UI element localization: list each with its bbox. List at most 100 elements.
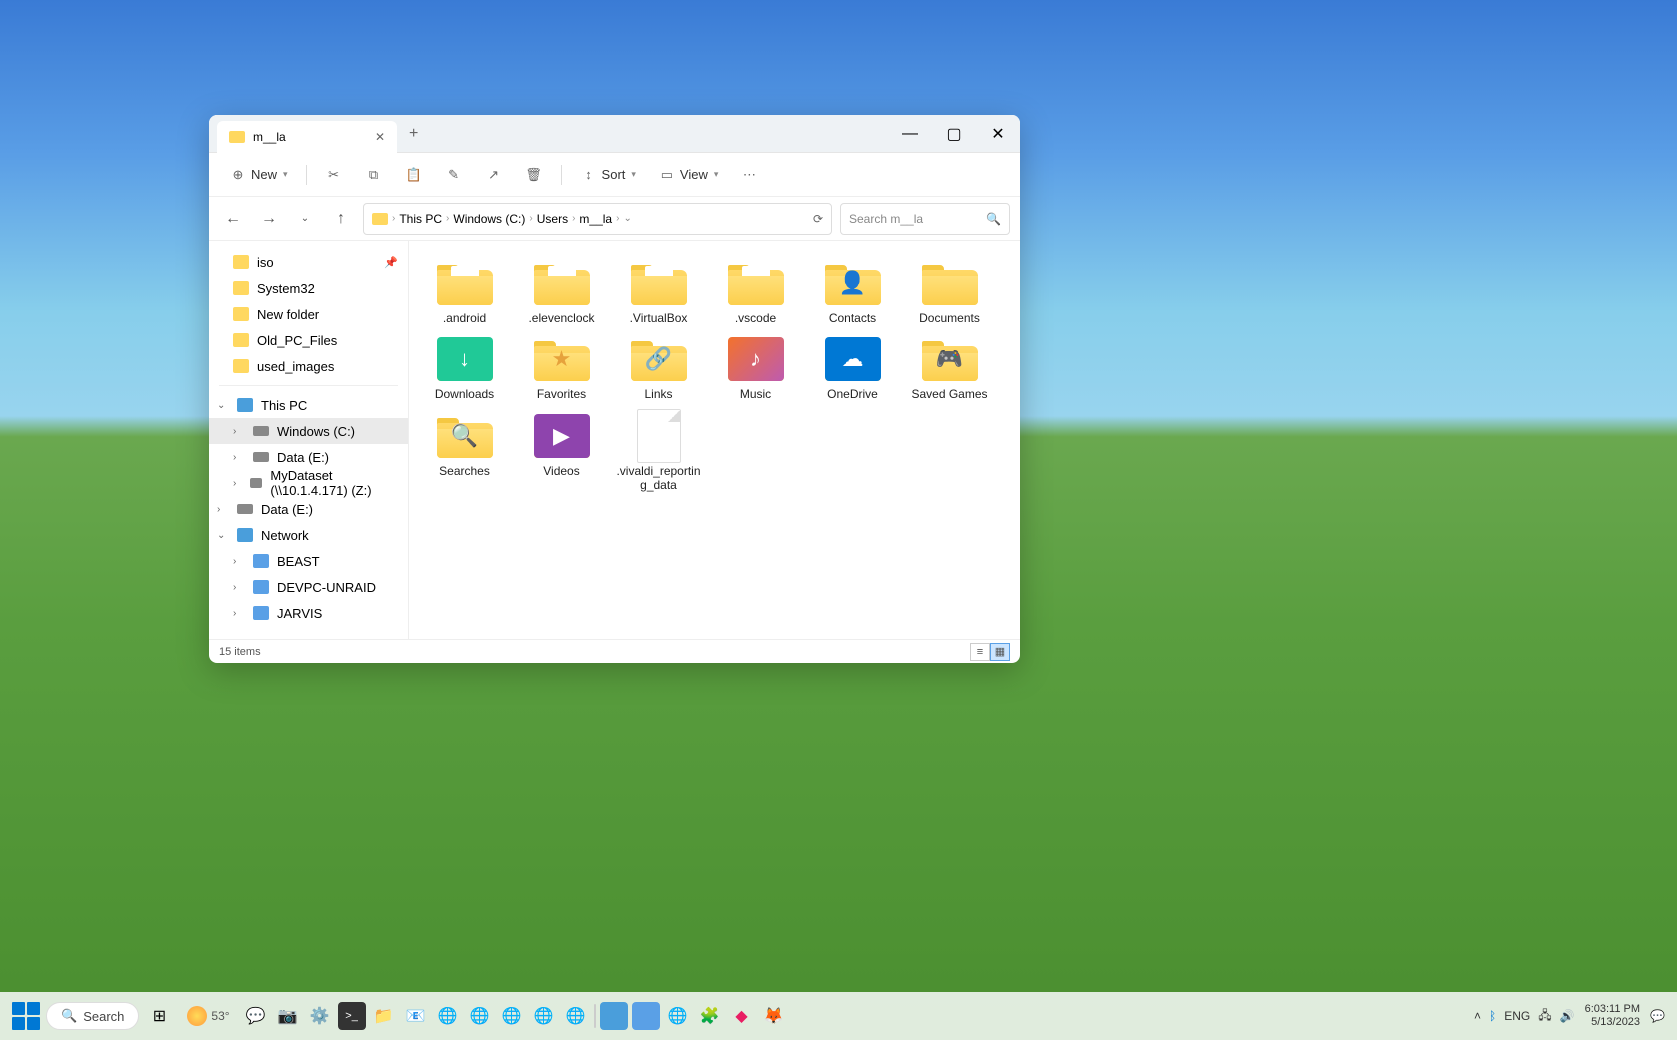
content-area[interactable]: .android.elevenclock.VirtualBox.vscode👤C… (409, 241, 1020, 639)
sort-button[interactable]: ↕ Sort ▾ (572, 160, 644, 190)
file-item[interactable]: ☁OneDrive (805, 333, 900, 405)
breadcrumb-users[interactable]: Users (537, 212, 568, 226)
app-outlook[interactable]: 📧 (402, 1002, 430, 1030)
sidebar-this-pc[interactable]: ⌄This PC (209, 392, 408, 418)
clock[interactable]: 6:03:11 PM 5/13/2023 (1585, 1003, 1640, 1029)
tray-chevron-icon[interactable]: ˄ (1474, 1009, 1481, 1023)
sidebar-drive-c[interactable]: ›Windows (C:) (209, 418, 408, 444)
icons-view-button[interactable]: ▦ (990, 643, 1010, 661)
sidebar-drive-z[interactable]: ›MyDataset (\\10.1.4.171) (Z:) (209, 470, 408, 496)
sidebar-item-newfolder[interactable]: New folder (209, 301, 408, 327)
taskbar-search[interactable]: 🔍 Search (46, 1002, 139, 1030)
file-item[interactable]: ★Favorites (514, 333, 609, 405)
notifications-icon[interactable]: 💬 (1650, 1009, 1665, 1023)
close-button[interactable]: ✕ (976, 115, 1020, 153)
file-item[interactable]: .VirtualBox (611, 257, 706, 329)
delete-button[interactable]: 🗑 (517, 160, 551, 190)
app-terminal[interactable]: >_ (338, 1002, 366, 1030)
chevron-right-icon[interactable]: › (233, 426, 245, 437)
language-indicator[interactable]: ENG (1504, 1009, 1530, 1023)
recent-dropdown[interactable]: ⌄ (291, 205, 319, 233)
app-chat[interactable]: 💬 (242, 1002, 270, 1030)
app-edge-canary[interactable]: 🌐 (498, 1002, 526, 1030)
new-tab-button[interactable]: + (409, 125, 418, 143)
sidebar-data-e[interactable]: ›Data (E:) (209, 496, 408, 522)
breadcrumb-drive[interactable]: Windows (C:) (453, 212, 525, 226)
chevron-right-icon[interactable]: › (217, 504, 229, 515)
chevron-right-icon[interactable]: › (233, 608, 245, 619)
back-button[interactable]: ← (219, 205, 247, 233)
sidebar-computer-devpc[interactable]: ›DEVPC-UNRAID (209, 574, 408, 600)
sidebar-item-usedimages[interactable]: used_images (209, 353, 408, 379)
sidebar-network[interactable]: ⌄Network (209, 522, 408, 548)
rename-button[interactable]: ✎ (437, 160, 471, 190)
maximize-button[interactable]: ▢ (932, 115, 976, 153)
chevron-right-icon[interactable]: › (233, 556, 245, 567)
file-item[interactable]: .android (417, 257, 512, 329)
app-puzzle[interactable]: 🧩 (696, 1002, 724, 1030)
app-blue1[interactable] (600, 1002, 628, 1030)
app-chrome[interactable]: 🌐 (664, 1002, 692, 1030)
file-item[interactable]: Documents (902, 257, 997, 329)
sidebar-item-oldpc[interactable]: Old_PC_Files (209, 327, 408, 353)
app-edge-dev[interactable]: 🌐 (530, 1002, 558, 1030)
file-item[interactable]: ↓Downloads (417, 333, 512, 405)
item-label: Documents (919, 311, 980, 325)
app-explorer[interactable]: 📁 (370, 1002, 398, 1030)
paste-button[interactable]: 📋 (397, 160, 431, 190)
tab-close-icon[interactable]: ✕ (375, 130, 385, 144)
sidebar-computer-jarvis[interactable]: ›JARVIS (209, 600, 408, 626)
search-input[interactable]: Search m__la 🔍 (840, 203, 1010, 235)
app-chrome-canary[interactable]: 🌐 (562, 1002, 590, 1030)
chevron-down-icon[interactable]: ⌄ (217, 530, 229, 541)
details-view-button[interactable]: ≡ (970, 643, 990, 661)
copy-button[interactable]: ⧉ (357, 160, 391, 190)
weather-widget[interactable]: 53° (187, 1006, 229, 1026)
desktop[interactable]: m__la ✕ + — ▢ ✕ ⊕ New ▾ ✂ ⧉ 📋 ✎ ↗ 🗑 (0, 0, 1677, 1040)
refresh-button[interactable]: ⟳ (813, 212, 823, 226)
sidebar-item-iso[interactable]: iso📌 (209, 249, 408, 275)
sidebar-drive-e[interactable]: ›Data (E:) (209, 444, 408, 470)
file-item[interactable]: .elevenclock (514, 257, 609, 329)
share-button[interactable]: ↗ (477, 160, 511, 190)
task-view-button[interactable]: ⊞ (145, 1002, 173, 1030)
network-icon[interactable]: 🖧 (1538, 1006, 1551, 1027)
app-edge-beta[interactable]: 🌐 (466, 1002, 494, 1030)
app-settings[interactable]: ⚙️ (306, 1002, 334, 1030)
chevron-right-icon[interactable]: › (233, 478, 242, 489)
volume-icon[interactable]: 🔊 (1560, 1009, 1575, 1023)
sidebar-item-system32[interactable]: System32 (209, 275, 408, 301)
up-button[interactable]: ↑ (327, 205, 355, 233)
file-item[interactable]: 🎮Saved Games (902, 333, 997, 405)
more-button[interactable]: ⋯ (732, 160, 766, 190)
address-bar[interactable]: › This PC › Windows (C:) › Users › m__la… (363, 203, 832, 235)
app-blue2[interactable] (632, 1002, 660, 1030)
file-item[interactable]: ♪Music (708, 333, 803, 405)
file-item[interactable]: 🔍Searches (417, 410, 512, 497)
view-button[interactable]: ▭ View ▾ (650, 160, 726, 190)
file-item[interactable]: 👤Contacts (805, 257, 900, 329)
forward-button[interactable]: → (255, 205, 283, 233)
new-button[interactable]: ⊕ New ▾ (221, 160, 296, 190)
file-item[interactable]: 🔗Links (611, 333, 706, 405)
start-button[interactable] (12, 1002, 40, 1030)
app-camera[interactable]: 📷 (274, 1002, 302, 1030)
file-item[interactable]: .vivaldi_reporting_data (611, 410, 706, 497)
app-pink[interactable]: ◆ (728, 1002, 756, 1030)
chevron-down-icon[interactable]: ⌄ (217, 400, 229, 411)
statusbar: 15 items ≡ ▦ (209, 639, 1020, 663)
cut-button[interactable]: ✂ (317, 160, 351, 190)
file-item[interactable]: ▶Videos (514, 410, 609, 497)
breadcrumb-current[interactable]: m__la (579, 212, 612, 226)
sidebar-computer-beast[interactable]: ›BEAST (209, 548, 408, 574)
breadcrumb-this-pc[interactable]: This PC (399, 212, 442, 226)
chevron-right-icon[interactable]: › (233, 582, 245, 593)
app-firefox[interactable]: 🦊 (760, 1002, 788, 1030)
address-dropdown[interactable]: ⌄ (623, 213, 631, 224)
minimize-button[interactable]: — (888, 115, 932, 153)
file-item[interactable]: .vscode (708, 257, 803, 329)
bluetooth-icon[interactable]: ᛒ (1489, 1009, 1496, 1023)
tab-current[interactable]: m__la ✕ (217, 121, 397, 153)
chevron-right-icon[interactable]: › (233, 452, 245, 463)
app-edge[interactable]: 🌐 (434, 1002, 462, 1030)
